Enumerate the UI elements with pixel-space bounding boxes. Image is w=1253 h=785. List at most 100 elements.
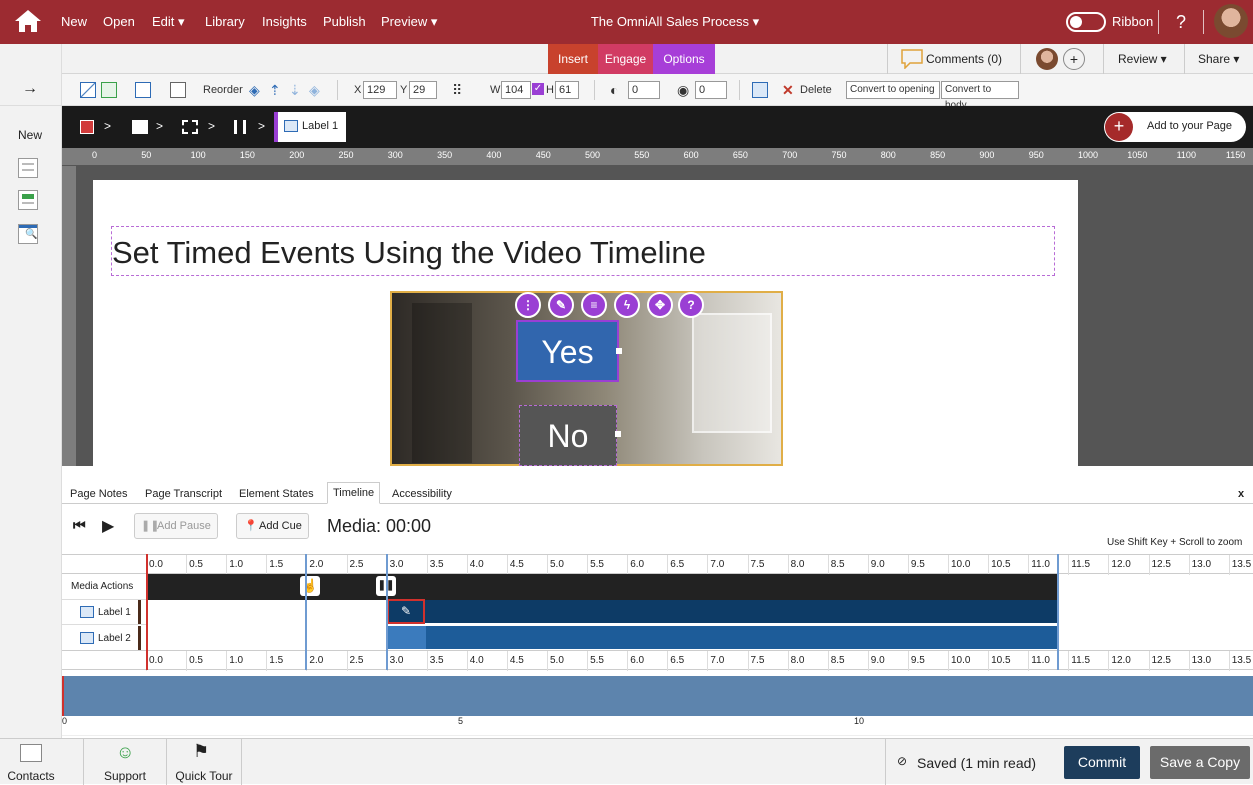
document-title[interactable]: The OmniAll Sales Process ▾ (560, 0, 790, 44)
timeline-grid: 0.0 0.5 1.0 1.5 2.0 2.5 3.0 3.5 4.0 4.5 5.0 5.5 6.0 6… (62, 554, 1253, 672)
skip-back-icon[interactable]: ⏮ (73, 517, 86, 534)
cue-line[interactable] (305, 554, 307, 670)
delete-button[interactable]: Delete (800, 74, 832, 106)
tab-engage[interactable]: Engage (598, 44, 653, 74)
menu-preview[interactable]: Preview ▾ (381, 0, 437, 44)
menu-publish[interactable]: Publish (323, 0, 366, 44)
pause-icon: ❚❚ (141, 520, 160, 532)
commit-button[interactable]: Commit (1064, 746, 1140, 779)
menu-library[interactable]: Library (205, 0, 245, 44)
tab-timeline[interactable]: Timeline (327, 482, 381, 504)
tick-line (667, 555, 669, 575)
convert-to-opening-button[interactable]: Convert to opening (846, 81, 940, 99)
label2-track-bar[interactable] (386, 626, 1058, 649)
media-icon[interactable] (752, 82, 768, 98)
send-back-icon[interactable]: ◈ (309, 74, 320, 106)
add-pause-button[interactable]: ❚❚ Add Pause (134, 513, 218, 539)
bring-front-icon[interactable]: ◈ (249, 74, 260, 106)
settings-sliders-icon[interactable]: ≡ (581, 292, 607, 318)
tab-page-transcript[interactable]: Page Transcript (145, 484, 222, 504)
resize-handle[interactable] (616, 348, 622, 354)
column-icon[interactable] (234, 120, 246, 134)
menu-open[interactable]: Open (103, 0, 135, 44)
close-icon[interactable]: x (1238, 484, 1244, 504)
scrubber-playhead[interactable] (62, 676, 64, 716)
comments-button[interactable]: Comments (0) (926, 44, 1002, 74)
quiz-template-icon[interactable] (18, 190, 38, 210)
label-icon (284, 120, 298, 132)
row-label-1[interactable]: Label 1 (62, 600, 146, 625)
resize-handle[interactable] (615, 431, 621, 437)
lock-ratio-checkbox[interactable]: ✓ (532, 83, 544, 95)
quick-tour-button[interactable]: ⚑ Quick Tour (167, 739, 241, 785)
rotate-input[interactable]: 0 (695, 81, 727, 99)
border-icon[interactable] (135, 82, 151, 98)
page-icon[interactable] (132, 120, 148, 134)
tab-insert[interactable]: Insert (548, 44, 598, 74)
support-button[interactable]: ☺ Support (84, 739, 166, 785)
image-icon[interactable] (101, 82, 117, 98)
tick-line (587, 555, 589, 575)
tab-element-states[interactable]: Element States (239, 484, 314, 504)
tick-line (948, 651, 949, 671)
tab-page-notes[interactable]: Page Notes (70, 484, 127, 504)
search-page-icon[interactable]: 🔍 (18, 224, 38, 244)
edit-cue-icon[interactable]: ✎ (387, 599, 425, 624)
save-copy-button[interactable]: Save a Copy (1150, 746, 1250, 779)
help-icon[interactable]: ? (1176, 0, 1186, 44)
group-icon[interactable] (182, 120, 198, 134)
w-input[interactable]: 104 (501, 81, 531, 99)
x-input[interactable]: 129 (363, 81, 397, 99)
ribbon-toggle[interactable] (1066, 12, 1106, 32)
row-label-2[interactable]: Label 2 (62, 626, 146, 651)
delete-icon[interactable]: ✕ (782, 74, 794, 106)
more-options-icon[interactable]: ⋮ (515, 292, 541, 318)
collaborator-avatar[interactable] (1036, 48, 1058, 70)
opacity-input[interactable]: 0 (628, 81, 660, 99)
tab-accessibility[interactable]: Accessibility (392, 484, 452, 504)
h-input[interactable]: 61 (555, 81, 579, 99)
ruler-label: 0 (92, 150, 98, 160)
opacity-icon: ◐ (610, 82, 619, 98)
style-icon[interactable] (170, 82, 186, 98)
playhead[interactable] (146, 554, 148, 670)
play-icon[interactable]: ▶ (102, 516, 114, 536)
menu-insights[interactable]: Insights (262, 0, 307, 44)
convert-to-body-button[interactable]: Convert to body (941, 81, 1019, 111)
yes-label-element[interactable]: Yes (516, 320, 619, 382)
home-icon[interactable] (14, 8, 42, 34)
add-cue-button[interactable]: 📍 Add Cue (236, 513, 309, 539)
no-label-element[interactable]: No (519, 405, 617, 466)
page-template-icon[interactable] (18, 158, 38, 178)
course-icon[interactable] (80, 120, 94, 134)
collapse-panel[interactable]: → (0, 74, 61, 106)
share-menu[interactable]: Share ▾ (1198, 44, 1239, 74)
comment-icon[interactable] (901, 49, 923, 69)
cue-line[interactable] (386, 554, 388, 670)
send-backward-icon[interactable]: ⇣ (289, 74, 301, 106)
timeline-tick: 13.5 (1231, 655, 1252, 666)
y-input[interactable]: 29 (409, 81, 437, 99)
move-icon[interactable]: ✥ (647, 292, 673, 318)
help-icon[interactable]: ? (678, 292, 704, 318)
tab-options[interactable]: Options (653, 44, 715, 74)
user-avatar[interactable] (1214, 4, 1248, 38)
menu-edit[interactable]: Edit ▾ (152, 0, 185, 44)
edit-pencil-icon[interactable]: ✎ (548, 292, 574, 318)
heading-element[interactable]: Set Timed Events Using the Video Timelin… (111, 226, 1055, 276)
bring-forward-icon[interactable]: ⇡ (269, 74, 281, 106)
media-actions-track[interactable] (146, 574, 1058, 600)
label1-track-bar[interactable] (386, 600, 1058, 623)
review-menu[interactable]: Review ▾ (1118, 44, 1167, 74)
timeline-scrubber[interactable] (62, 676, 1253, 716)
grid-icon[interactable]: ⠿ (452, 74, 462, 106)
edit-text-icon[interactable] (80, 82, 96, 98)
contacts-button[interactable]: Contacts (0, 739, 62, 785)
add-to-page-button[interactable]: + Add to your Page (1104, 112, 1246, 142)
add-collaborator-icon[interactable]: + (1063, 48, 1085, 70)
menu-new[interactable]: New (61, 0, 87, 44)
timeline-tick: 1.5 (269, 559, 284, 570)
media-end-line[interactable] (1057, 554, 1059, 670)
breadcrumb-current[interactable]: Label 1 (274, 112, 346, 142)
action-bolt-icon[interactable]: ϟ (614, 292, 640, 318)
